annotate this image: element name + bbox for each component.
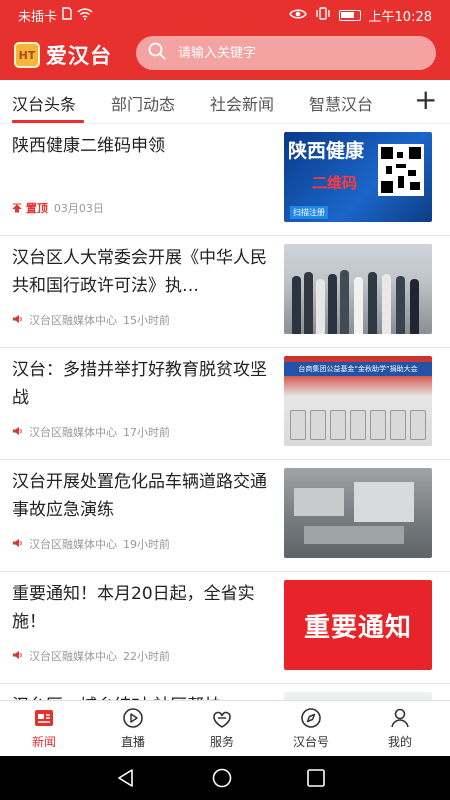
nav-label: 新闻 — [31, 735, 56, 749]
news-thumbnail — [284, 244, 432, 334]
thumb-text: 重要通知 — [303, 612, 412, 643]
pin-label: 置顶 — [25, 202, 48, 215]
thumb-caption: 扫描注册 — [290, 206, 328, 219]
news-meta: 汉台区融媒体中心 22小时前 — [12, 648, 170, 664]
logo-text: 爱汉台 — [46, 43, 112, 68]
add-tab-button[interactable]: + — [414, 86, 437, 114]
news-title: 汉台：多措并举打好教育脱贫攻坚战 — [12, 360, 267, 408]
news-time: 17小时前 — [123, 426, 170, 439]
news-title: 汉台开展处置危化品车辆道路交通事故应急演练 — [12, 472, 267, 520]
sim-icon — [62, 7, 72, 24]
wifi-icon — [77, 7, 93, 24]
news-icon — [9, 707, 79, 729]
nav-hantai-account[interactable]: 汉台号 — [276, 707, 346, 750]
play-icon — [98, 707, 168, 729]
news-time: 15小时前 — [123, 314, 170, 327]
search-icon — [148, 42, 166, 64]
news-item[interactable]: 重要通知！本月20日起，全省实施！ 汉台区融媒体中心 22小时前 重要通知 — [0, 572, 450, 684]
nav-label: 我的 — [387, 735, 412, 749]
carrier-label: 未插卡 — [18, 10, 58, 25]
system-navigation-bar — [0, 756, 450, 800]
compass-icon — [276, 707, 346, 729]
eye-icon — [288, 8, 307, 24]
news-meta: 汉台区融媒体中心 17小时前 — [12, 424, 170, 440]
news-date: 03月03日 — [53, 202, 104, 215]
thumb-banner: 台商集团公益基金“金秋助学”捐助大会 — [284, 362, 432, 376]
status-bar: 未插卡 上午10:28 — [0, 0, 450, 28]
news-source: 汉台区融媒体中心 — [29, 426, 117, 439]
search-input[interactable] — [178, 45, 408, 61]
nav-label: 直播 — [120, 735, 145, 749]
tab-society[interactable]: 社会新闻 — [210, 91, 274, 115]
logo-badge-icon: HT — [14, 42, 40, 68]
qr-code-icon — [378, 144, 424, 196]
nav-label: 服务 — [209, 735, 234, 749]
active-tab-indicator — [12, 120, 84, 123]
news-source: 汉台区融媒体中心 — [29, 650, 117, 663]
recents-icon[interactable] — [306, 768, 326, 792]
pin-badge: 置顶 — [12, 200, 48, 216]
search-bar[interactable] — [136, 36, 436, 70]
news-thumbnail: 台商集团公益基金“金秋助学”捐助大会 — [284, 356, 432, 446]
nav-service[interactable]: 服务 — [187, 707, 257, 750]
vibrate-icon — [315, 7, 331, 24]
news-title: 陕西健康二维码申领 — [12, 136, 165, 156]
news-time: 22小时前 — [123, 650, 170, 663]
pin-icon — [12, 202, 26, 215]
app-header: HT 爱汉台 — [0, 28, 450, 80]
news-title: 汉台区人大常委会开展《中华人民共和国行政许可法》执… — [12, 248, 267, 296]
news-thumbnail: 陕西健康 二维码 扫描注册 — [284, 132, 432, 222]
news-source: 汉台区融媒体中心 — [29, 538, 117, 551]
app-logo: HT 爱汉台 — [14, 40, 112, 70]
news-meta: 汉台区融媒体中心 19小时前 — [12, 536, 170, 552]
tab-smart-hantai[interactable]: 智慧汉台 — [309, 91, 373, 115]
bottom-nav: 新闻 直播 服务 汉台号 我的 — [0, 700, 450, 756]
tab-department[interactable]: 部门动态 — [111, 91, 175, 115]
news-item[interactable]: 汉台开展处置危化品车辆道路交通事故应急演练 汉台区融媒体中心 19小时前 — [0, 460, 450, 572]
news-thumbnail — [284, 468, 432, 558]
news-item[interactable]: 陕西健康二维码申领 置顶 03月03日 陕西健康 二维码 扫描注册 — [0, 124, 450, 236]
news-item[interactable]: 汉台：多措并举打好教育脱贫攻坚战 汉台区融媒体中心 17小时前 台商集团公益基金… — [0, 348, 450, 460]
category-tabs: 汉台头条 部门动态 社会新闻 智慧汉台 + — [0, 80, 450, 124]
tab-headlines[interactable]: 汉台头条 — [12, 91, 76, 115]
news-title: 重要通知！本月20日起，全省实施！ — [12, 584, 255, 632]
person-icon — [365, 707, 435, 729]
nav-live[interactable]: 直播 — [98, 707, 168, 750]
clock: 上午10:28 — [368, 10, 432, 25]
speaker-icon — [12, 650, 23, 663]
speaker-icon — [12, 314, 23, 327]
thumb-headline: 陕西健康 — [288, 140, 365, 162]
news-meta: 汉台区融媒体中心 15小时前 — [12, 312, 170, 328]
news-meta: 置顶 03月03日 — [12, 200, 104, 216]
thumb-subheadline: 二维码 — [312, 174, 358, 192]
news-thumbnail: 重要通知 — [284, 580, 432, 670]
speaker-icon — [12, 538, 23, 551]
nav-label: 汉台号 — [292, 735, 329, 749]
news-time: 19小时前 — [123, 538, 170, 551]
news-item[interactable]: 汉台区人大常委会开展《中华人民共和国行政许可法》执… 汉台区融媒体中心 15小时… — [0, 236, 450, 348]
news-source: 汉台区融媒体中心 — [29, 314, 117, 327]
back-icon[interactable] — [116, 768, 136, 792]
nav-news[interactable]: 新闻 — [9, 707, 79, 750]
speaker-icon — [12, 426, 23, 439]
service-icon — [187, 707, 257, 729]
home-icon[interactable] — [212, 768, 232, 792]
battery-icon — [338, 10, 361, 21]
nav-mine[interactable]: 我的 — [365, 707, 435, 750]
